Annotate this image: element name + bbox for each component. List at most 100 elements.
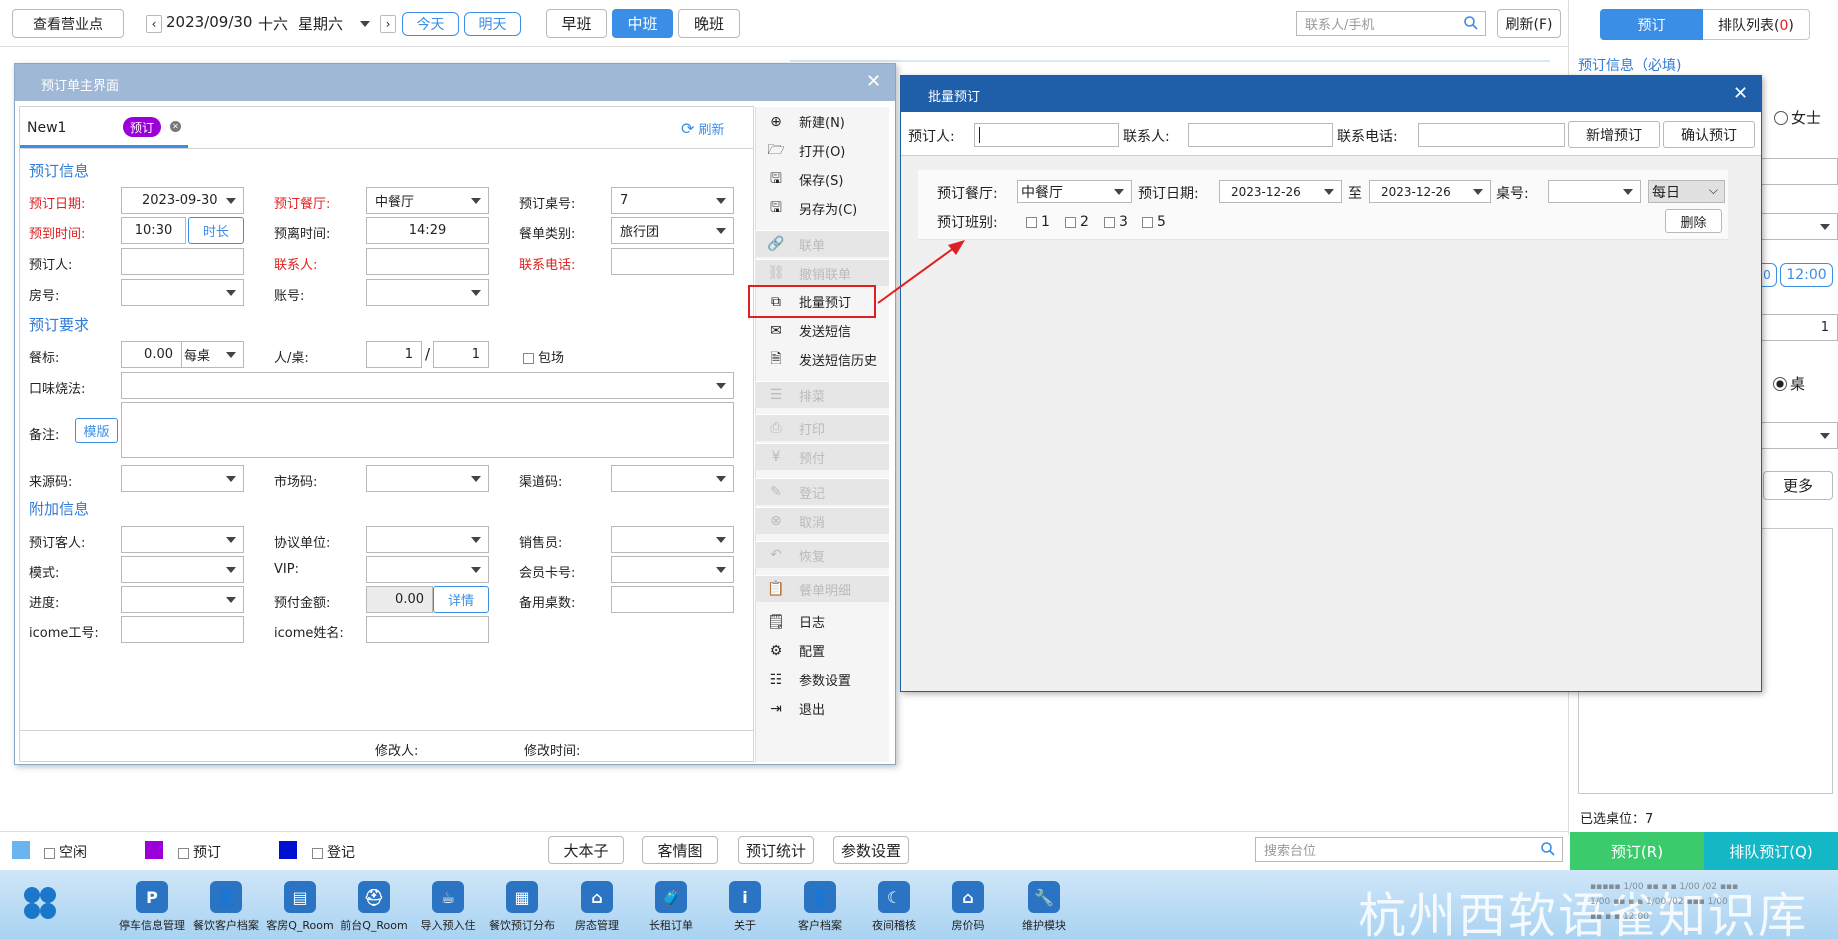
reserve-r-button[interactable]: 预订(R) (1570, 832, 1704, 870)
contact-input[interactable] (366, 248, 489, 275)
menu-item-save-as[interactable]: 🖫 另存为(C) (755, 195, 889, 222)
app-logo-icon[interactable] (22, 885, 58, 921)
param-settings-button[interactable]: 参数设置 (833, 836, 909, 864)
search-icon[interactable] (1540, 841, 1556, 861)
booker-input[interactable] (121, 248, 244, 275)
batch-date-to[interactable]: 2023-12-26 (1369, 180, 1491, 203)
prev-day-button[interactable]: ‹ (146, 15, 162, 33)
search-icon[interactable] (1463, 15, 1479, 35)
time-chip-1200[interactable]: 12:00 (1780, 263, 1833, 287)
remark-textarea[interactable] (121, 402, 734, 458)
member-select[interactable] (611, 556, 734, 583)
arrive-time-input[interactable]: 10:30 (121, 217, 186, 244)
queue-reserve-button[interactable]: 排队预订(Q) (1704, 832, 1838, 870)
more-button[interactable]: 更多 (1763, 471, 1833, 500)
taskbar-item-parking[interactable]: P 停车信息管理 (110, 875, 194, 933)
batch-table-select[interactable] (1548, 180, 1641, 203)
table-no-select[interactable]: 7 (611, 187, 734, 214)
big-book-button[interactable]: 大本子 (548, 836, 624, 864)
main-dialog-close-icon[interactable]: ✕ (866, 71, 881, 92)
icome-name-input[interactable] (366, 616, 489, 643)
tab-new1[interactable]: New1 (27, 120, 66, 136)
taskbar-item-luggage[interactable]: 🧳 长租订单 (629, 875, 713, 933)
table-search-input[interactable]: 搜索台位 (1255, 837, 1563, 862)
mode-select[interactable] (121, 556, 244, 583)
refresh-f-button[interactable]: 刷新(F) (1497, 9, 1561, 38)
progress-select[interactable] (121, 586, 244, 613)
guest-select[interactable] (121, 526, 244, 553)
vip-select[interactable] (366, 556, 489, 583)
shift-noon-button[interactable]: 中班 (612, 9, 673, 38)
shift-morning-button[interactable]: 早班 (546, 9, 607, 38)
reserve-stats-button[interactable]: 预订统计 (738, 836, 814, 864)
refresh-link[interactable]: ⟳ 刷新 (681, 119, 725, 138)
today-button[interactable]: 今天 (402, 12, 459, 36)
legend-idle[interactable]: 空闲 (44, 842, 87, 862)
batch-date-from[interactable]: 2023-12-26 (1219, 180, 1342, 203)
taskbar-item-house[interactable]: ⌂ 房态管理 (555, 875, 639, 933)
leave-time-input[interactable]: 14:29 (366, 217, 489, 244)
close-tab-icon[interactable]: ✕ (170, 121, 181, 132)
spare-input[interactable] (611, 586, 734, 613)
contact-search-input[interactable]: 联系人/手机 (1296, 11, 1486, 36)
next-day-button[interactable]: › (380, 15, 396, 33)
people-input-2[interactable]: 1 (433, 341, 489, 368)
right-count-field[interactable]: 1 (1760, 314, 1838, 341)
taskbar-item-info[interactable]: i 关于 (703, 875, 787, 933)
taskbar-item-room[interactable]: ▤ 客房Q_Room (258, 875, 342, 933)
menu-item-save[interactable]: 🖫 保存(S) (755, 166, 889, 193)
phone-input[interactable] (611, 248, 734, 275)
batch-booker-input[interactable] (974, 123, 1119, 147)
menu-item-document[interactable]: 🗎 发送短信历史 (755, 346, 889, 373)
room-select[interactable] (121, 279, 244, 306)
taskbar-item-customer[interactable]: 👤 餐饮客户档案 (184, 875, 268, 933)
source-select[interactable] (121, 465, 244, 492)
batch-shift-2[interactable]: 2 (1065, 214, 1089, 230)
date-dropdown-icon[interactable] (360, 21, 370, 27)
icome-id-input[interactable] (121, 616, 244, 643)
legend-checked-in[interactable]: 登记 (312, 842, 355, 862)
menu-item-folder-open[interactable]: 🗁 打开(O) (755, 137, 889, 164)
tab-reserve[interactable]: 预订 (1600, 9, 1703, 40)
channel-select[interactable] (611, 465, 734, 492)
taskbar-item-profile[interactable]: 👤 客户档案 (778, 875, 862, 933)
menu-item-log[interactable]: 🗒 日志 (755, 608, 889, 635)
market-select[interactable] (366, 465, 489, 492)
taskbar-item-chart[interactable]: ▦ 餐饮预订分布 (480, 875, 564, 933)
sales-select[interactable] (611, 526, 734, 553)
menu-item-exit[interactable]: ⇥ 退出 (755, 695, 889, 722)
view-outlets-button[interactable]: 查看营业点 (12, 9, 124, 38)
batch-hall-select[interactable]: 中餐厅 (1017, 180, 1132, 203)
batch-shift-5[interactable]: 5 (1142, 214, 1166, 230)
add-reservation-button[interactable]: 新增预订 (1568, 121, 1660, 148)
batch-dialog-close-icon[interactable]: ✕ (1733, 83, 1748, 104)
taskbar-item-front-desk[interactable]: ⛑ 前台Q_Room (332, 875, 416, 933)
batch-phone-input[interactable] (1418, 123, 1565, 147)
batch-contact-input[interactable] (1188, 123, 1333, 147)
taste-select[interactable] (121, 372, 734, 399)
taskbar-item-price[interactable]: ⌂ 房价码 (926, 875, 1010, 933)
female-radio[interactable]: 女士 (1774, 107, 1821, 128)
tomorrow-button[interactable]: 明天 (464, 12, 521, 36)
shift-evening-button[interactable]: 晚班 (678, 9, 740, 38)
batch-delete-button[interactable]: 删除 (1665, 209, 1722, 233)
category-select[interactable]: 旅行团 (611, 217, 734, 244)
right-select-1[interactable] (1760, 213, 1838, 240)
detail-button[interactable]: 详情 (433, 586, 489, 613)
batch-shift-1[interactable]: 1 (1026, 214, 1050, 230)
confirm-reservation-button[interactable]: 确认预订 (1663, 121, 1755, 148)
menu-item-mail[interactable]: ✉ 发送短信 (755, 317, 889, 344)
duration-button[interactable]: 时长 (188, 217, 244, 244)
batch-repeat-select[interactable]: 每日 ⌵ (1648, 180, 1725, 203)
standard-input[interactable]: 0.00 (121, 341, 182, 368)
taskbar-item-import[interactable]: ☕ 导入预入住 (406, 875, 490, 933)
people-input[interactable]: 1 (366, 341, 422, 368)
taskbar-item-wrench[interactable]: 🔧 维护模块 (1002, 875, 1086, 933)
date-select[interactable]: 2023-09-30 (121, 187, 244, 214)
whole-venue-checkbox[interactable]: 包场 (523, 347, 564, 366)
taskbar-item-moon[interactable]: ☾ 夜间稽核 (852, 875, 936, 933)
right-field-1[interactable] (1760, 158, 1838, 185)
agreement-select[interactable] (366, 526, 489, 553)
hall-select[interactable]: 中餐厅 (366, 187, 489, 214)
guest-map-button[interactable]: 客情图 (642, 836, 718, 864)
